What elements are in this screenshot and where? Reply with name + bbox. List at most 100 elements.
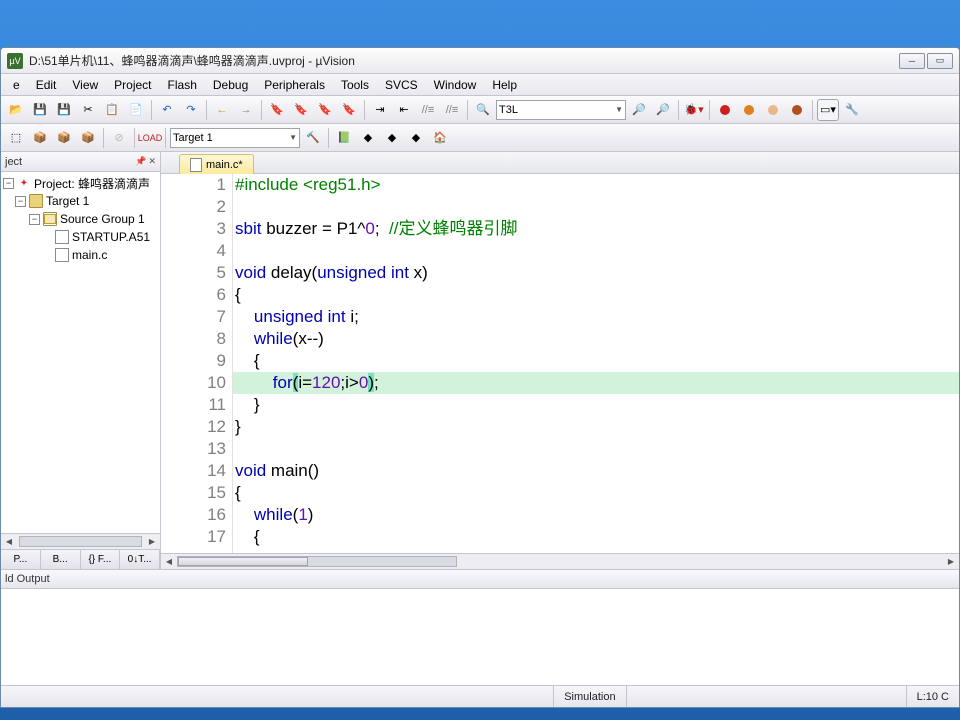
app-icon: µV bbox=[7, 53, 23, 69]
menu-help[interactable]: Help bbox=[484, 76, 525, 94]
bp-insert-icon[interactable] bbox=[714, 99, 736, 121]
findfiles-icon[interactable]: 🔎 bbox=[628, 99, 650, 121]
debug-icon[interactable]: 🐞▾ bbox=[683, 99, 705, 121]
tree-file: main.c bbox=[1, 246, 160, 264]
collapse-icon[interactable]: − bbox=[15, 196, 26, 207]
target-combo[interactable]: Target 1▼ bbox=[170, 128, 300, 148]
project-tree[interactable]: − ✦ Project: 蜂鸣器滴滴声 − Target 1 − Source … bbox=[1, 172, 160, 533]
bookmark-clear-icon[interactable]: 🔖 bbox=[338, 99, 360, 121]
menu-peripherals[interactable]: Peripherals bbox=[256, 76, 333, 94]
scroll-thumb[interactable] bbox=[19, 536, 142, 547]
editor-hscroll[interactable]: ◀ ▶ bbox=[161, 553, 959, 569]
separator bbox=[151, 100, 152, 120]
file-icon bbox=[190, 158, 202, 172]
toolbar-build: ⬚ 📦 📦 📦 ⊘ LOAD Target 1▼ 🔨 📗 ◆ ◆ ◆ 🏠 bbox=[1, 124, 959, 152]
scroll-track[interactable] bbox=[177, 556, 457, 567]
window-icon[interactable]: ▭▾ bbox=[817, 99, 839, 121]
tree-group: − Source Group 1 bbox=[1, 210, 160, 228]
project-panel-title[interactable]: ject 📌✕ bbox=[1, 152, 160, 172]
output-panel-title[interactable]: ld Output bbox=[1, 569, 959, 589]
outdent-icon[interactable]: ⇤ bbox=[393, 99, 415, 121]
scroll-right-icon[interactable]: ▶ bbox=[943, 554, 959, 569]
menu-window[interactable]: Window bbox=[426, 76, 485, 94]
rte-icon[interactable]: ◆ bbox=[405, 127, 427, 149]
editor-tabs: main.c* bbox=[161, 152, 959, 174]
cut-icon[interactable]: ✂ bbox=[77, 99, 99, 121]
tab-templates[interactable]: 0↓T... bbox=[120, 550, 160, 569]
stop-icon[interactable]: ⊘ bbox=[108, 127, 130, 149]
rebuild-icon[interactable]: 📦 bbox=[53, 127, 75, 149]
bp-enable-icon[interactable] bbox=[738, 99, 760, 121]
separator bbox=[134, 128, 135, 148]
collapse-icon[interactable]: − bbox=[29, 214, 40, 225]
menu-debug[interactable]: Debug bbox=[205, 76, 256, 94]
tree-file: STARTUP.A51 bbox=[1, 228, 160, 246]
menu-tools[interactable]: Tools bbox=[333, 76, 377, 94]
paste-icon[interactable]: 📄 bbox=[125, 99, 147, 121]
project-icon: ✦ bbox=[17, 176, 31, 190]
save-icon[interactable]: 💾 bbox=[29, 99, 51, 121]
menu-svcs[interactable]: SVCS bbox=[377, 76, 426, 94]
project-panel-tabs: P... B... {} F... 0↓T... bbox=[1, 549, 160, 569]
bp-kill-icon[interactable] bbox=[786, 99, 808, 121]
tab-functions[interactable]: {} F... bbox=[81, 550, 121, 569]
titlebar[interactable]: µV D:\51单片机\11、蜂鸣器滴滴声\蜂鸣器滴滴声.uvproj - µV… bbox=[1, 48, 959, 74]
undo-icon[interactable]: ↶ bbox=[156, 99, 178, 121]
scroll-thumb[interactable] bbox=[178, 557, 308, 566]
translate-icon[interactable]: ⬚ bbox=[5, 127, 27, 149]
menu-flash[interactable]: Flash bbox=[160, 76, 205, 94]
download-icon[interactable]: LOAD bbox=[139, 127, 161, 149]
open-icon[interactable]: 📂 bbox=[5, 99, 27, 121]
pack-icon[interactable]: ◆ bbox=[381, 127, 403, 149]
folder-icon bbox=[43, 212, 57, 226]
status-sim: Simulation bbox=[553, 686, 625, 707]
build-icon[interactable]: 📦 bbox=[29, 127, 51, 149]
manage-icon[interactable]: 📗 bbox=[333, 127, 355, 149]
redo-icon[interactable]: ↷ bbox=[180, 99, 202, 121]
maximize-button[interactable]: ▭ bbox=[927, 53, 953, 69]
saveall-icon[interactable]: 💾 bbox=[53, 99, 75, 121]
books-icon[interactable]: 🏠 bbox=[429, 127, 451, 149]
bookmark-icon[interactable]: 🔖 bbox=[266, 99, 288, 121]
bookmark-next-icon[interactable]: 🔖 bbox=[314, 99, 336, 121]
filext-icon[interactable]: ◆ bbox=[357, 127, 379, 149]
copy-icon[interactable]: 📋 bbox=[101, 99, 123, 121]
find-icon[interactable]: 🔍 bbox=[472, 99, 494, 121]
indent-icon[interactable]: ⇥ bbox=[369, 99, 391, 121]
separator bbox=[709, 100, 710, 120]
scroll-right-icon[interactable]: ▶ bbox=[144, 534, 160, 549]
pin-icon[interactable]: 📌 bbox=[135, 156, 146, 167]
editor-tab-main-c[interactable]: main.c* bbox=[179, 154, 254, 174]
scroll-left-icon[interactable]: ◀ bbox=[1, 534, 17, 549]
find-combo[interactable]: T3L▼ bbox=[496, 100, 626, 120]
tab-books[interactable]: B... bbox=[41, 550, 81, 569]
menu-view[interactable]: View bbox=[64, 76, 106, 94]
comment-icon[interactable]: //≡ bbox=[417, 99, 439, 121]
fwd-icon[interactable]: → bbox=[235, 99, 257, 121]
batch-icon[interactable]: 📦 bbox=[77, 127, 99, 149]
separator bbox=[206, 100, 207, 120]
menu-project[interactable]: Project bbox=[106, 76, 159, 94]
back-icon[interactable]: ← bbox=[211, 99, 233, 121]
file-icon bbox=[55, 230, 69, 244]
scroll-left-icon[interactable]: ◀ bbox=[161, 554, 177, 569]
bookmark-prev-icon[interactable]: 🔖 bbox=[290, 99, 312, 121]
close-icon[interactable]: ✕ bbox=[148, 156, 156, 167]
bp-disable-icon[interactable] bbox=[762, 99, 784, 121]
tab-project[interactable]: P... bbox=[1, 550, 41, 569]
options-icon[interactable]: 🔨 bbox=[302, 127, 324, 149]
minimize-button[interactable]: ─ bbox=[899, 53, 925, 69]
code-editor[interactable]: 1234567891011121314151617 #include <reg5… bbox=[161, 174, 959, 553]
project-panel: ject 📌✕ − ✦ Project: 蜂鸣器滴滴声 − Target 1 bbox=[1, 152, 161, 569]
config-icon[interactable]: 🔧 bbox=[841, 99, 863, 121]
separator bbox=[467, 100, 468, 120]
project-hscroll[interactable]: ◀ ▶ bbox=[1, 533, 160, 549]
code-source[interactable]: #include <reg51.h> sbit buzzer = P1^0; /… bbox=[233, 174, 959, 553]
collapse-icon[interactable]: − bbox=[3, 178, 14, 189]
uncomment-icon[interactable]: //≡ bbox=[441, 99, 463, 121]
menubar[interactable]: e Edit View Project Flash Debug Peripher… bbox=[1, 74, 959, 96]
output-panel[interactable] bbox=[1, 589, 959, 685]
incfind-icon[interactable]: 🔎 bbox=[652, 99, 674, 121]
menu-file[interactable]: e bbox=[5, 76, 28, 94]
menu-edit[interactable]: Edit bbox=[28, 76, 65, 94]
